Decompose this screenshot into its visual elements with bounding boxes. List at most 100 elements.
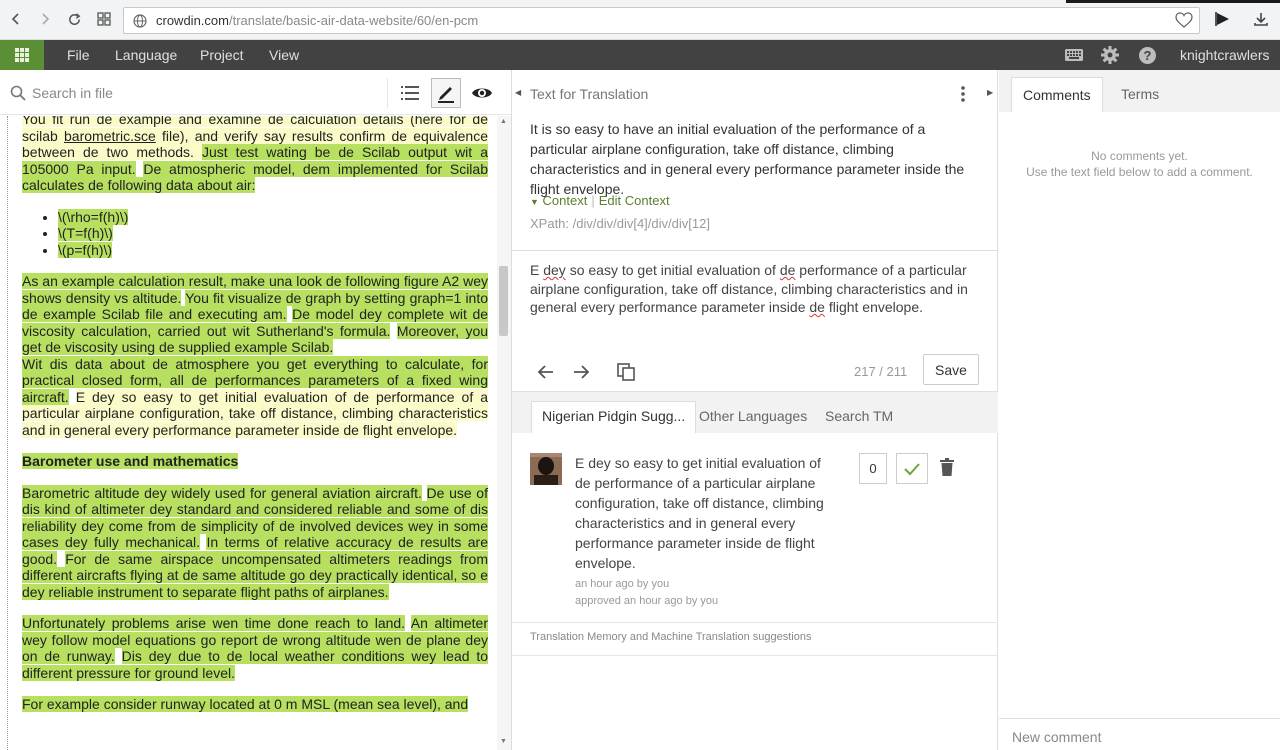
suggestion-author-time: an hour ago by you [575, 578, 670, 590]
bookmark-heart-icon[interactable] [1175, 12, 1193, 32]
toolbar-divider [387, 78, 388, 108]
misspelled-word: de [779, 262, 796, 278]
new-comment-input[interactable] [1012, 729, 1267, 745]
document-margin [7, 116, 8, 750]
context-label: Context [542, 193, 588, 208]
edit-context-link[interactable]: Edit Context [599, 193, 670, 208]
address-bar[interactable]: crowdin.com/translate/basic-air-data-web… [123, 7, 1200, 34]
document-scrollbar[interactable]: ▲ ▼ [497, 116, 511, 750]
keyboard-icon[interactable] [1064, 46, 1084, 64]
menu-file[interactable]: File [67, 47, 90, 63]
new-comment-box [999, 718, 1280, 750]
divider [512, 622, 998, 623]
doc-paragraph: Unfortunately problems arise wen time do… [22, 615, 489, 681]
scroll-down-icon[interactable]: ▼ [500, 738, 507, 745]
translation-textarea[interactable]: E dey so easy to get initial evaluation … [530, 261, 980, 317]
download-icon[interactable] [1250, 8, 1272, 30]
send-arrow-icon[interactable] [1212, 8, 1234, 30]
tm-mt-suggestions-label: Translation Memory and Machine Translati… [530, 631, 812, 643]
misspelled-word: de [809, 299, 825, 315]
editor-actions: 217 / 211 Save [512, 353, 998, 393]
more-options-icon[interactable] [958, 84, 968, 104]
segment-link[interactable]: barometric.sce [64, 127, 156, 144]
translation-word: so easy to get initial evaluation of [565, 262, 780, 278]
doc-list: \(\rho=f(h)\) \(T=f(h)\) \(p=f(h)\) [58, 208, 488, 259]
segment[interactable]: \(T=f(h)\) [58, 225, 113, 241]
app-header: File Language Project View ? knightcrawl… [0, 40, 1280, 70]
doc-paragraph: You fit run de example and examine de ca… [22, 116, 488, 194]
previous-string-arrow-icon[interactable] [533, 359, 559, 385]
tab-search-tm[interactable]: Search TM [825, 402, 893, 434]
search-in-file-input[interactable] [32, 83, 372, 103]
character-counter: 217 / 211 [854, 364, 908, 379]
file-preview-pane: You fit run de example and examine de ca… [0, 70, 512, 750]
translation-word: flight envelope. [824, 299, 924, 315]
avatar [530, 453, 562, 485]
xpath-text: XPath: /div/div/div[4]/div/div[12] [530, 216, 710, 231]
segment[interactable]: Unfortunately problems arise wen time do… [22, 615, 406, 631]
file-toolbar [0, 70, 511, 115]
collapse-right-icon[interactable]: ▶ [987, 88, 993, 97]
approve-checkmark-icon[interactable] [896, 453, 928, 484]
translation-editor-pane: ◀ Text for Translation ▶ It is so easy t… [512, 70, 998, 750]
comments-tabs: Comments Terms [999, 70, 1280, 112]
segment[interactable]: Barometer use and mathematics [22, 453, 239, 469]
segment[interactable]: \(\rho=f(h)\) [58, 208, 129, 225]
document-content: You fit run de example and examine de ca… [22, 116, 489, 728]
suggestion-text[interactable]: E dey so easy to get initial evaluation … [575, 453, 837, 573]
reload-icon[interactable] [63, 8, 85, 30]
context-row: ▼ Context | Edit Context [530, 193, 670, 208]
menu-language[interactable]: Language [115, 47, 177, 63]
doc-paragraph: Barometric altitude dey widely used for … [22, 484, 488, 601]
forward-icon[interactable] [34, 8, 56, 30]
scroll-up-icon[interactable]: ▲ [500, 118, 507, 125]
context-toggle[interactable]: ▼ Context [530, 193, 587, 208]
help-icon[interactable]: ? [1137, 46, 1157, 64]
empty-comments-message: No comments yet. Use the text field belo… [999, 148, 1280, 180]
back-icon[interactable] [5, 8, 27, 30]
copy-source-icon[interactable] [613, 359, 639, 385]
search-icon [10, 85, 26, 104]
list-item: \(\rho=f(h)\) [58, 208, 488, 226]
empty-message-line: Use the text field below to add a commen… [1026, 165, 1253, 179]
tab-pidgin-suggestions[interactable]: Nigerian Pidgin Sugg... [531, 401, 697, 433]
editor-header: ◀ Text for Translation ▶ [512, 70, 998, 115]
divider [512, 250, 998, 251]
tab-comments[interactable]: Comments [1011, 77, 1103, 112]
doc-paragraph: As an example calculation result, make u… [22, 273, 489, 438]
svg-text:?: ? [1143, 48, 1151, 63]
misspelled-word: dey [543, 262, 566, 278]
menu-view[interactable]: View [269, 47, 299, 63]
suggestion-tabs: Nigerian Pidgin Sugg... Other Languages … [512, 391, 998, 433]
segment[interactable]: For example consider runway located at 0… [22, 696, 469, 712]
gear-icon[interactable] [1100, 46, 1120, 64]
document-preview: You fit run de example and examine de ca… [0, 116, 511, 750]
save-button[interactable]: Save [923, 354, 979, 385]
list-view-icon[interactable] [395, 78, 425, 108]
delete-trash-icon[interactable] [940, 458, 958, 478]
tabs-grid-icon[interactable] [93, 8, 115, 30]
list-item: \(p=f(h)\) [58, 241, 488, 259]
tab-terms[interactable]: Terms [1121, 86, 1159, 102]
caret-down-icon: ▼ [530, 197, 539, 207]
segment[interactable]: \(p=f(h)\) [58, 241, 113, 258]
scrollbar-thumb[interactable] [499, 266, 508, 336]
globe-icon [132, 13, 148, 32]
segment[interactable]: For de same airspace uncompensated altim… [22, 550, 488, 600]
list-item: \(T=f(h)\) [58, 225, 488, 242]
translation-word: E [530, 262, 544, 278]
tab-other-languages[interactable]: Other Languages [699, 402, 807, 434]
empty-message-line: No comments yet. [1091, 149, 1188, 163]
apps-grid-icon[interactable] [0, 40, 44, 70]
comments-pane: Comments Terms No comments yet. Use the … [999, 70, 1280, 750]
segment[interactable]: Barometric altitude dey widely used for … [22, 484, 422, 501]
menu-project[interactable]: Project [200, 47, 244, 63]
divider [512, 655, 998, 656]
edit-mode-pencil-icon[interactable] [431, 78, 461, 108]
suggestion-meta: an hour ago by you approved an hour ago … [575, 576, 718, 610]
preview-eye-icon[interactable] [467, 78, 497, 108]
segment-current[interactable]: E dey so easy to get initial evaluation … [22, 388, 488, 438]
collapse-left-icon[interactable]: ◀ [515, 88, 521, 97]
next-string-arrow-icon[interactable] [568, 359, 594, 385]
username[interactable]: knightcrawlers [1180, 47, 1269, 63]
